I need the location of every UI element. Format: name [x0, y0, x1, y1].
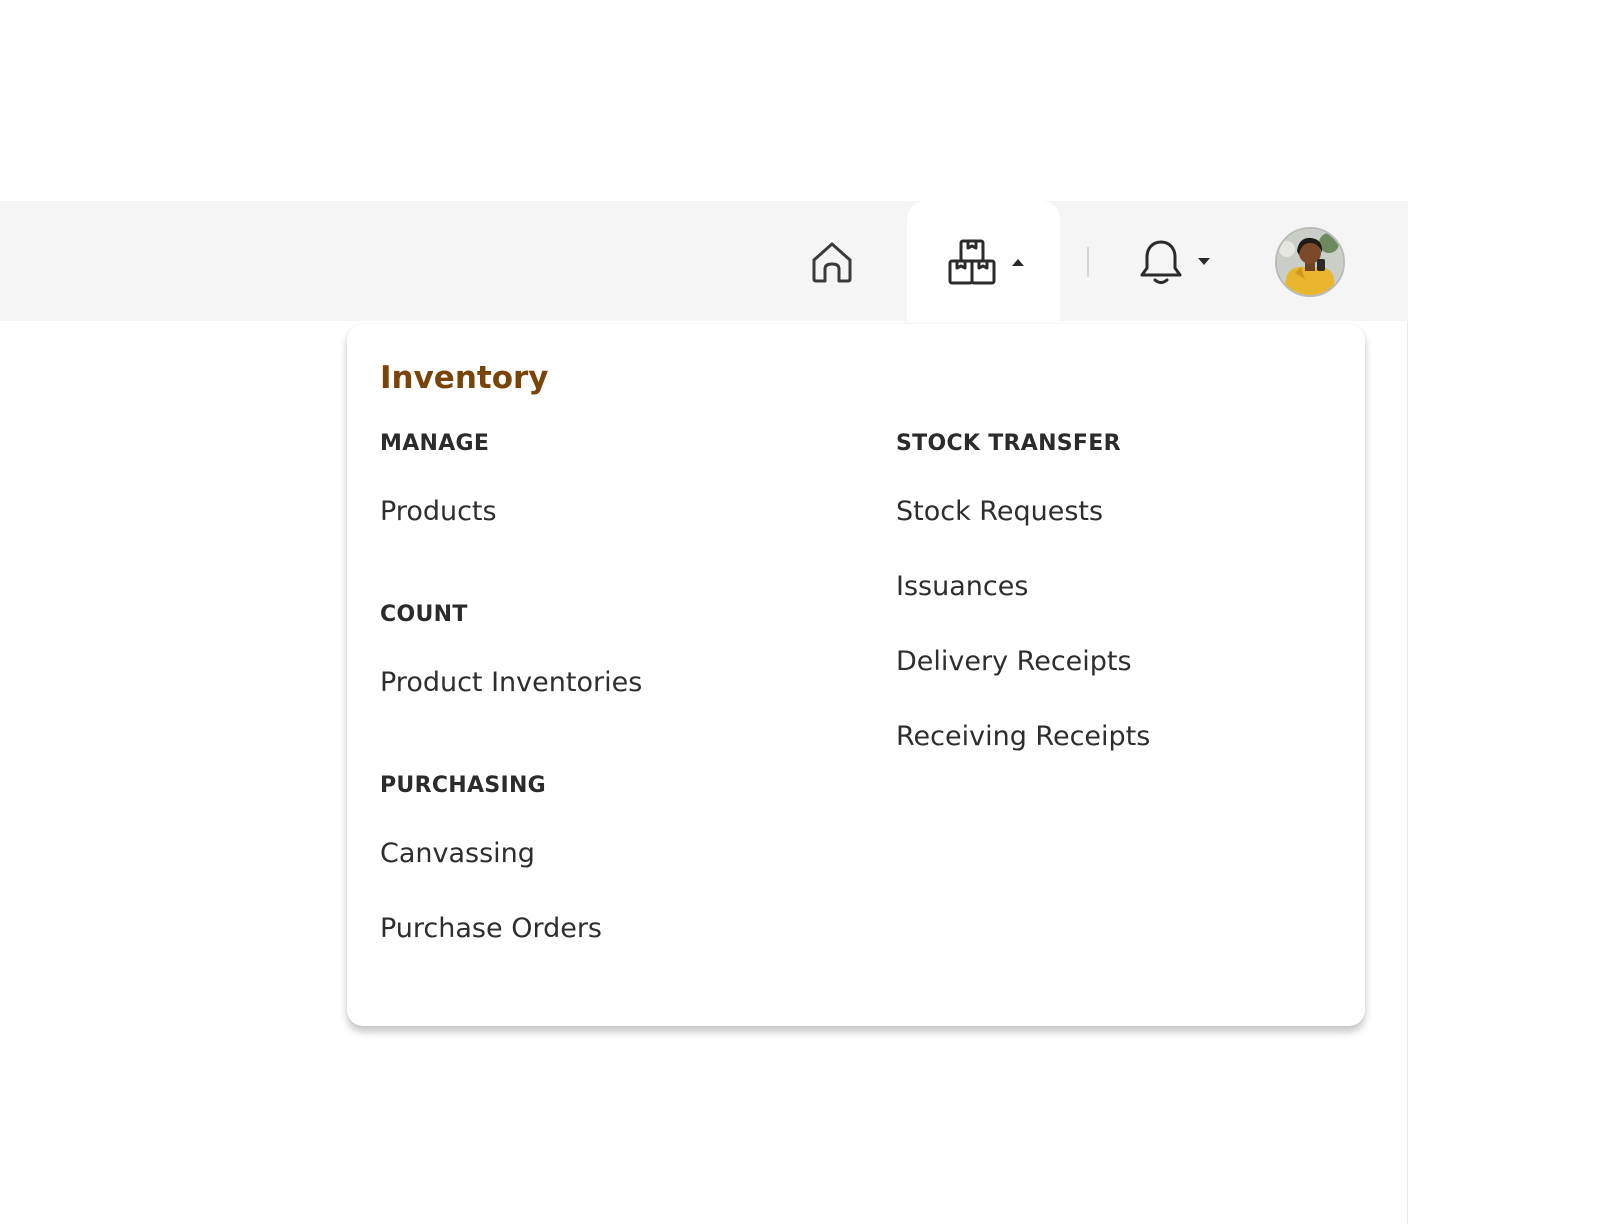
inventory-menu-button[interactable]	[933, 232, 1039, 292]
bell-icon	[1140, 240, 1182, 284]
boxes-icon	[948, 239, 996, 285]
section-heading-count: COUNT	[380, 602, 468, 627]
user-avatar[interactable]	[1275, 227, 1345, 297]
home-icon	[812, 242, 852, 283]
caret-up-icon	[1012, 259, 1024, 266]
caret-down-icon	[1198, 258, 1210, 265]
menu-item-product-inventories[interactable]: Product Inventories	[380, 667, 642, 698]
menu-item-canvassing[interactable]: Canvassing	[380, 838, 535, 869]
menu-item-receiving-receipts[interactable]: Receiving Receipts	[896, 721, 1150, 752]
menu-item-purchase-orders[interactable]: Purchase Orders	[380, 913, 602, 944]
menu-item-stock-requests[interactable]: Stock Requests	[896, 496, 1103, 527]
section-heading-purchasing: PURCHASING	[380, 773, 547, 798]
inventory-dropdown-menu: Inventory MANAGE Products COUNT Product …	[347, 324, 1365, 1026]
menu-item-delivery-receipts[interactable]: Delivery Receipts	[896, 646, 1132, 677]
home-button[interactable]	[802, 232, 862, 292]
notifications-button[interactable]	[1125, 232, 1225, 292]
dropdown-title: Inventory	[380, 360, 549, 396]
page-right-edge	[1407, 201, 1408, 1224]
menu-item-issuances[interactable]: Issuances	[896, 571, 1028, 602]
section-heading-stock-transfer: STOCK TRANSFER	[896, 431, 1121, 456]
navbar-divider	[1087, 247, 1089, 277]
menu-item-products[interactable]: Products	[380, 496, 497, 527]
section-heading-manage: MANAGE	[380, 431, 490, 456]
avatar-image	[1277, 229, 1343, 295]
